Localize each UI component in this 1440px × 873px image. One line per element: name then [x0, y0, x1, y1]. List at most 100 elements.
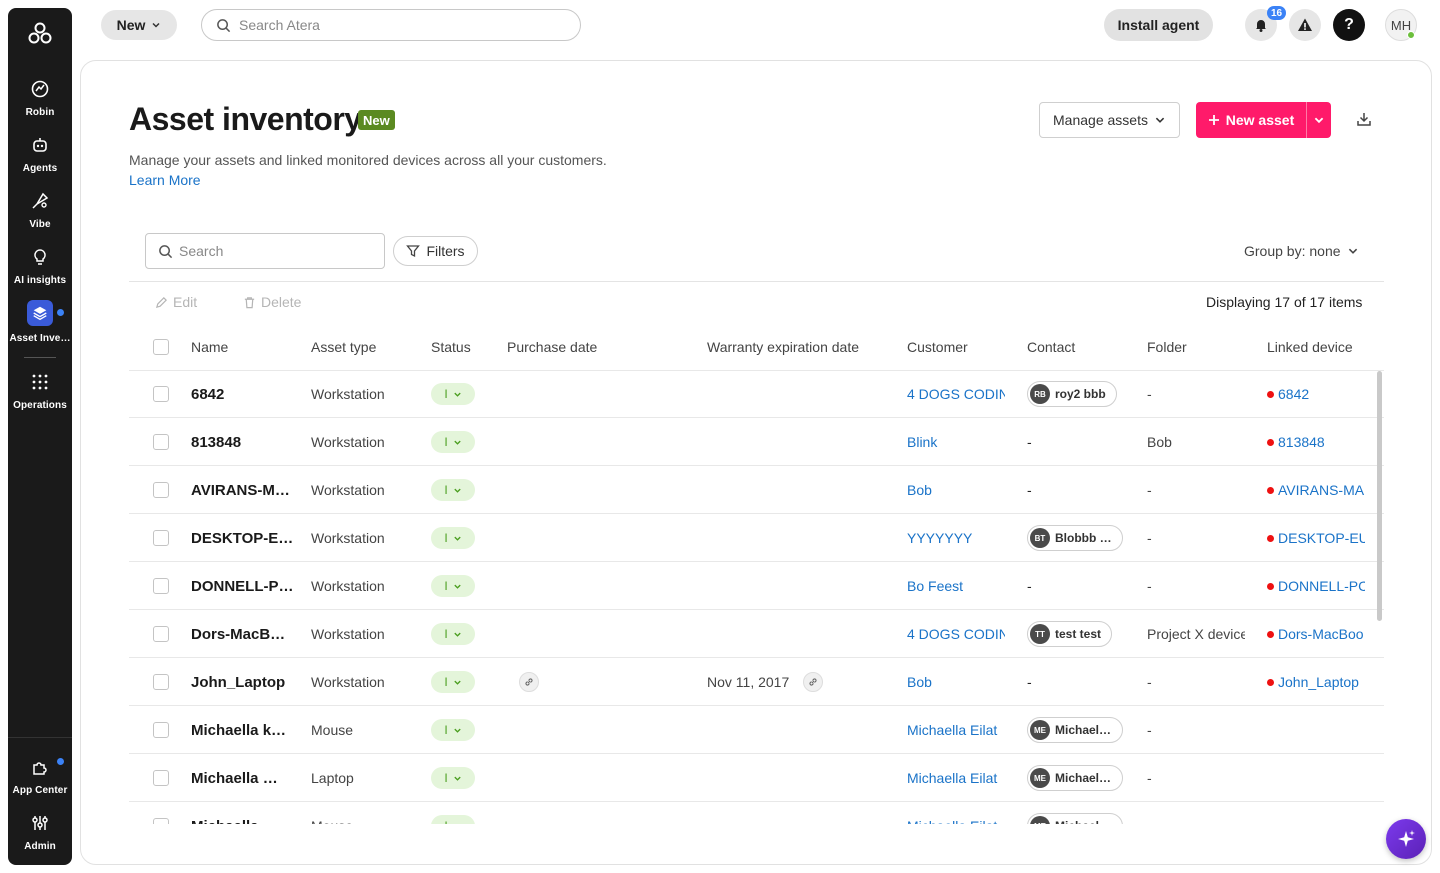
sidebar-item-admin[interactable]: Admin	[8, 808, 72, 860]
help-button[interactable]: ?	[1333, 9, 1365, 41]
table-row[interactable]: 813848 Workstation I Blink - Bob 813848	[129, 418, 1384, 466]
install-agent-button[interactable]: Install agent	[1104, 9, 1213, 41]
new-dropdown-button[interactable]: New	[101, 10, 177, 40]
status-dropdown[interactable]: I	[431, 671, 475, 693]
asset-search-input[interactable]	[179, 243, 369, 259]
asset-name[interactable]: DONNELL-P…	[191, 562, 301, 610]
column-header-warranty-expiration-date[interactable]: Warranty expiration date	[707, 323, 907, 371]
asset-name[interactable]: AVIRANS-M…	[191, 466, 301, 514]
table-row[interactable]: AVIRANS-M… Workstation I Bob - - AVIRANS-MA(	[129, 466, 1384, 514]
linked-device-link[interactable]: AVIRANS-MA(	[1267, 466, 1365, 514]
customer-link[interactable]: Michaella Eilat	[907, 706, 1005, 754]
asset-name[interactable]: Michaella …	[191, 754, 301, 802]
status-dropdown[interactable]: I	[431, 767, 475, 789]
table-row[interactable]: Dors-MacB… Workstation I 4 DOGS CODIN(TT tes…	[129, 610, 1384, 658]
customer-link[interactable]: 4 DOGS CODIN(	[907, 610, 1005, 658]
select-all-checkbox[interactable]	[153, 339, 169, 355]
contact-chip[interactable]: TT test test	[1027, 621, 1113, 647]
contact-chip[interactable]: BT Blobbb tt…	[1027, 525, 1123, 551]
global-search[interactable]	[201, 9, 581, 41]
row-checkbox[interactable]	[153, 626, 169, 642]
column-header-linked-device[interactable]: Linked device	[1267, 323, 1375, 371]
table-scrollbar[interactable]	[1377, 371, 1382, 621]
status-dropdown[interactable]: I	[431, 479, 475, 501]
export-icon[interactable]	[1355, 110, 1375, 130]
learn-more-link[interactable]: Learn More	[129, 172, 201, 188]
status-dropdown[interactable]: I	[431, 431, 475, 453]
contact-chip[interactable]: RB roy2 bbb	[1027, 381, 1117, 407]
table-row[interactable]: Michaella … Laptop I Michaella Eilat ME Micha…	[129, 754, 1384, 802]
customer-link[interactable]: Bob	[907, 466, 1005, 514]
row-checkbox[interactable]	[153, 818, 169, 824]
asset-name[interactable]: John_Laptop	[191, 658, 301, 706]
column-header-folder[interactable]: Folder	[1147, 323, 1255, 371]
ai-assistant-button[interactable]	[1386, 819, 1426, 859]
row-checkbox[interactable]	[153, 386, 169, 402]
customer-link[interactable]: Blink	[907, 418, 1005, 466]
link-icon[interactable]	[519, 672, 539, 692]
linked-device-link[interactable]: 813848	[1267, 418, 1365, 466]
customer-link[interactable]: Bo Feest	[907, 562, 1005, 610]
column-header-customer[interactable]: Customer	[907, 323, 1015, 371]
delete-button[interactable]: Delete	[243, 294, 301, 310]
status-dropdown[interactable]: I	[431, 719, 475, 741]
new-asset-button[interactable]: New asset	[1196, 102, 1306, 138]
customer-link[interactable]: Michaella Eilat	[907, 754, 1005, 802]
linked-device-link[interactable]: DESKTOP-EU:	[1267, 514, 1365, 562]
sidebar-item-asset-inve[interactable]: Asset Inve…	[8, 298, 72, 350]
sidebar-item-vibe[interactable]: Vibe	[8, 186, 72, 238]
atera-logo-icon[interactable]	[8, 22, 72, 50]
linked-device-link[interactable]: DONNELL-PC	[1267, 562, 1365, 610]
edit-button[interactable]: Edit	[155, 294, 197, 310]
row-checkbox[interactable]	[153, 674, 169, 690]
group-by-dropdown[interactable]: Group by: none	[1244, 243, 1359, 259]
sidebar-item-operations[interactable]: Operations	[8, 367, 72, 419]
new-asset-dropdown-button[interactable]	[1306, 102, 1331, 138]
customer-link[interactable]: Bob	[907, 658, 1005, 706]
table-row[interactable]: DONNELL-P… Workstation I Bo Feest - - DONNELL-…	[129, 562, 1384, 610]
asset-name[interactable]: Dors-MacB…	[191, 610, 301, 658]
row-checkbox[interactable]	[153, 530, 169, 546]
sidebar-item-ai-insights[interactable]: AI insights	[8, 242, 72, 294]
column-header-purchase-date[interactable]: Purchase date	[507, 323, 707, 371]
contact-chip[interactable]: ME Michaella…	[1027, 765, 1123, 791]
row-checkbox[interactable]	[153, 578, 169, 594]
sidebar-item-robin[interactable]: Robin	[8, 74, 72, 126]
global-search-input[interactable]	[239, 17, 559, 33]
asset-name[interactable]: Michaella k…	[191, 706, 301, 754]
filters-button[interactable]: Filters	[393, 236, 478, 266]
asset-name[interactable]: 6842	[191, 370, 301, 418]
sidebar-item-agents[interactable]: Agents	[8, 130, 72, 182]
status-dropdown[interactable]: I	[431, 815, 475, 824]
status-dropdown[interactable]: I	[431, 383, 475, 405]
link-icon[interactable]	[803, 672, 824, 692]
alerts-button[interactable]	[1289, 9, 1321, 41]
table-row[interactable]: John_Laptop Workstation I Nov 11, 2017 Bob - -…	[129, 658, 1384, 706]
asset-name[interactable]: Michaella…	[191, 802, 301, 825]
linked-device-link[interactable]: John_Laptop	[1267, 658, 1365, 706]
column-header-name[interactable]: Name	[191, 323, 311, 371]
table-row[interactable]: Michaella k… Mouse I Michaella Eilat ME Micha…	[129, 706, 1384, 754]
customer-link[interactable]: Michaella Eilat	[907, 802, 1005, 824]
asset-name[interactable]: DESKTOP-E…	[191, 514, 301, 562]
asset-name[interactable]: 813848	[191, 418, 301, 466]
table-row[interactable]: 6842 Workstation I 4 DOGS CODIN(RB roy2 bbb -…	[129, 370, 1384, 418]
status-dropdown[interactable]: I	[431, 527, 475, 549]
contact-chip[interactable]: ME Michaella…	[1027, 813, 1123, 824]
status-dropdown[interactable]: I	[431, 575, 475, 597]
table-row[interactable]: Michaella… Mouse I Michaella Eilat ME Michael…	[129, 802, 1384, 824]
column-header-status[interactable]: Status	[431, 323, 511, 371]
customer-link[interactable]: YYYYYYY	[907, 514, 1005, 562]
linked-device-link[interactable]: 6842	[1267, 370, 1365, 418]
table-row[interactable]: DESKTOP-E… Workstation I YYYYYYY BT Blobbb tt…	[129, 514, 1384, 562]
contact-chip[interactable]: ME Michaella…	[1027, 717, 1123, 743]
column-header-asset-type[interactable]: Asset type	[311, 323, 431, 371]
column-header-contact[interactable]: Contact	[1027, 323, 1149, 371]
status-dropdown[interactable]: I	[431, 623, 475, 645]
customer-link[interactable]: 4 DOGS CODIN(	[907, 370, 1005, 418]
asset-search[interactable]	[145, 233, 385, 269]
row-checkbox[interactable]	[153, 434, 169, 450]
manage-assets-button[interactable]: Manage assets	[1039, 102, 1180, 138]
row-checkbox[interactable]	[153, 722, 169, 738]
row-checkbox[interactable]	[153, 770, 169, 786]
